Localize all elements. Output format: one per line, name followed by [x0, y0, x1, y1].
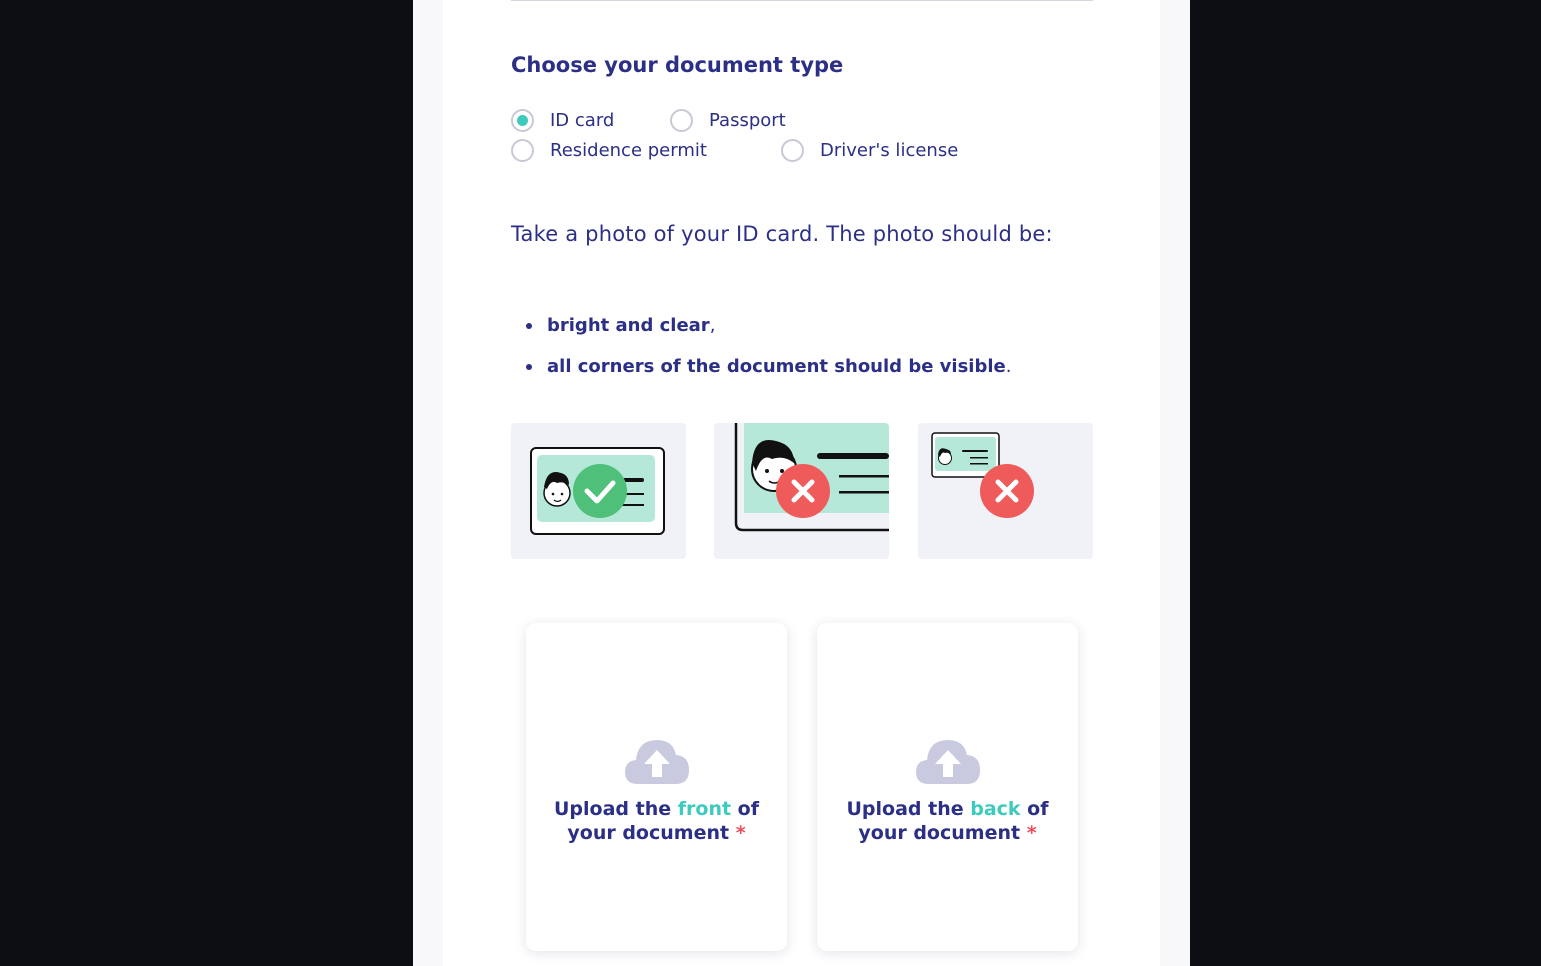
example-too-far-photo: [918, 423, 1093, 559]
radio-circle[interactable]: [511, 109, 534, 132]
upload-text: Upload the: [554, 798, 678, 820]
cloud-upload-icon: [624, 740, 689, 784]
radio-label: Residence permit: [550, 140, 707, 161]
required-asterisk: *: [1026, 822, 1037, 844]
example-too-close-photo: [714, 423, 889, 559]
id-card-illustration: [530, 447, 665, 535]
bullet-dot: [526, 322, 532, 329]
upload-side-highlight: front: [677, 798, 732, 820]
upload-text: your document: [858, 822, 1021, 844]
upload-text: Upload the: [846, 798, 971, 820]
cross-icon: [776, 464, 830, 518]
radio-residence-permit[interactable]: Residence permit: [511, 139, 707, 162]
radio-drivers-license[interactable]: Driver's license: [781, 139, 958, 162]
requirements-list: bright and clear , all corners of the do…: [526, 305, 1011, 387]
requirement-text: all corners of the document should be vi…: [547, 356, 1006, 377]
radio-label: ID card: [550, 110, 615, 131]
cloud-upload-icon: [915, 740, 980, 784]
id-card-illustration: [734, 423, 889, 532]
requirement-punctuation: ,: [709, 315, 716, 336]
upload-side-highlight: back: [970, 798, 1021, 820]
upload-back-button[interactable]: Upload the back of your document *: [817, 623, 1078, 951]
radio-id-card[interactable]: ID card: [511, 109, 614, 132]
example-correct-photo: [511, 423, 686, 559]
bullet-dot: [526, 363, 532, 370]
required-asterisk: *: [735, 822, 746, 844]
requirement-item: all corners of the document should be vi…: [526, 346, 1011, 387]
upload-back-label: Upload the back of your document *: [833, 797, 1063, 845]
photo-instructions: Take a photo of your ID card. The photo …: [511, 222, 1053, 246]
check-icon: [573, 464, 627, 518]
radio-circle[interactable]: [511, 139, 534, 162]
upload-text: your document: [567, 822, 730, 844]
cross-icon: [980, 464, 1034, 518]
requirement-text: bright and clear: [547, 315, 710, 336]
upload-text: of: [731, 798, 759, 820]
document-type-heading: Choose your document type: [511, 53, 844, 77]
requirement-item: bright and clear ,: [526, 305, 1011, 346]
radio-passport[interactable]: Passport: [670, 109, 786, 132]
radio-label: Passport: [709, 110, 786, 131]
upload-front-label: Upload the front of your document *: [542, 797, 772, 845]
radio-circle[interactable]: [670, 109, 693, 132]
radio-circle[interactable]: [781, 139, 804, 162]
upload-text: of: [1020, 798, 1049, 820]
radio-label: Driver's license: [820, 140, 959, 161]
requirement-punctuation: .: [1005, 356, 1012, 377]
upload-front-button[interactable]: Upload the front of your document *: [526, 623, 787, 951]
id-card-illustration: [931, 432, 1034, 518]
section-divider: [511, 0, 1093, 1]
